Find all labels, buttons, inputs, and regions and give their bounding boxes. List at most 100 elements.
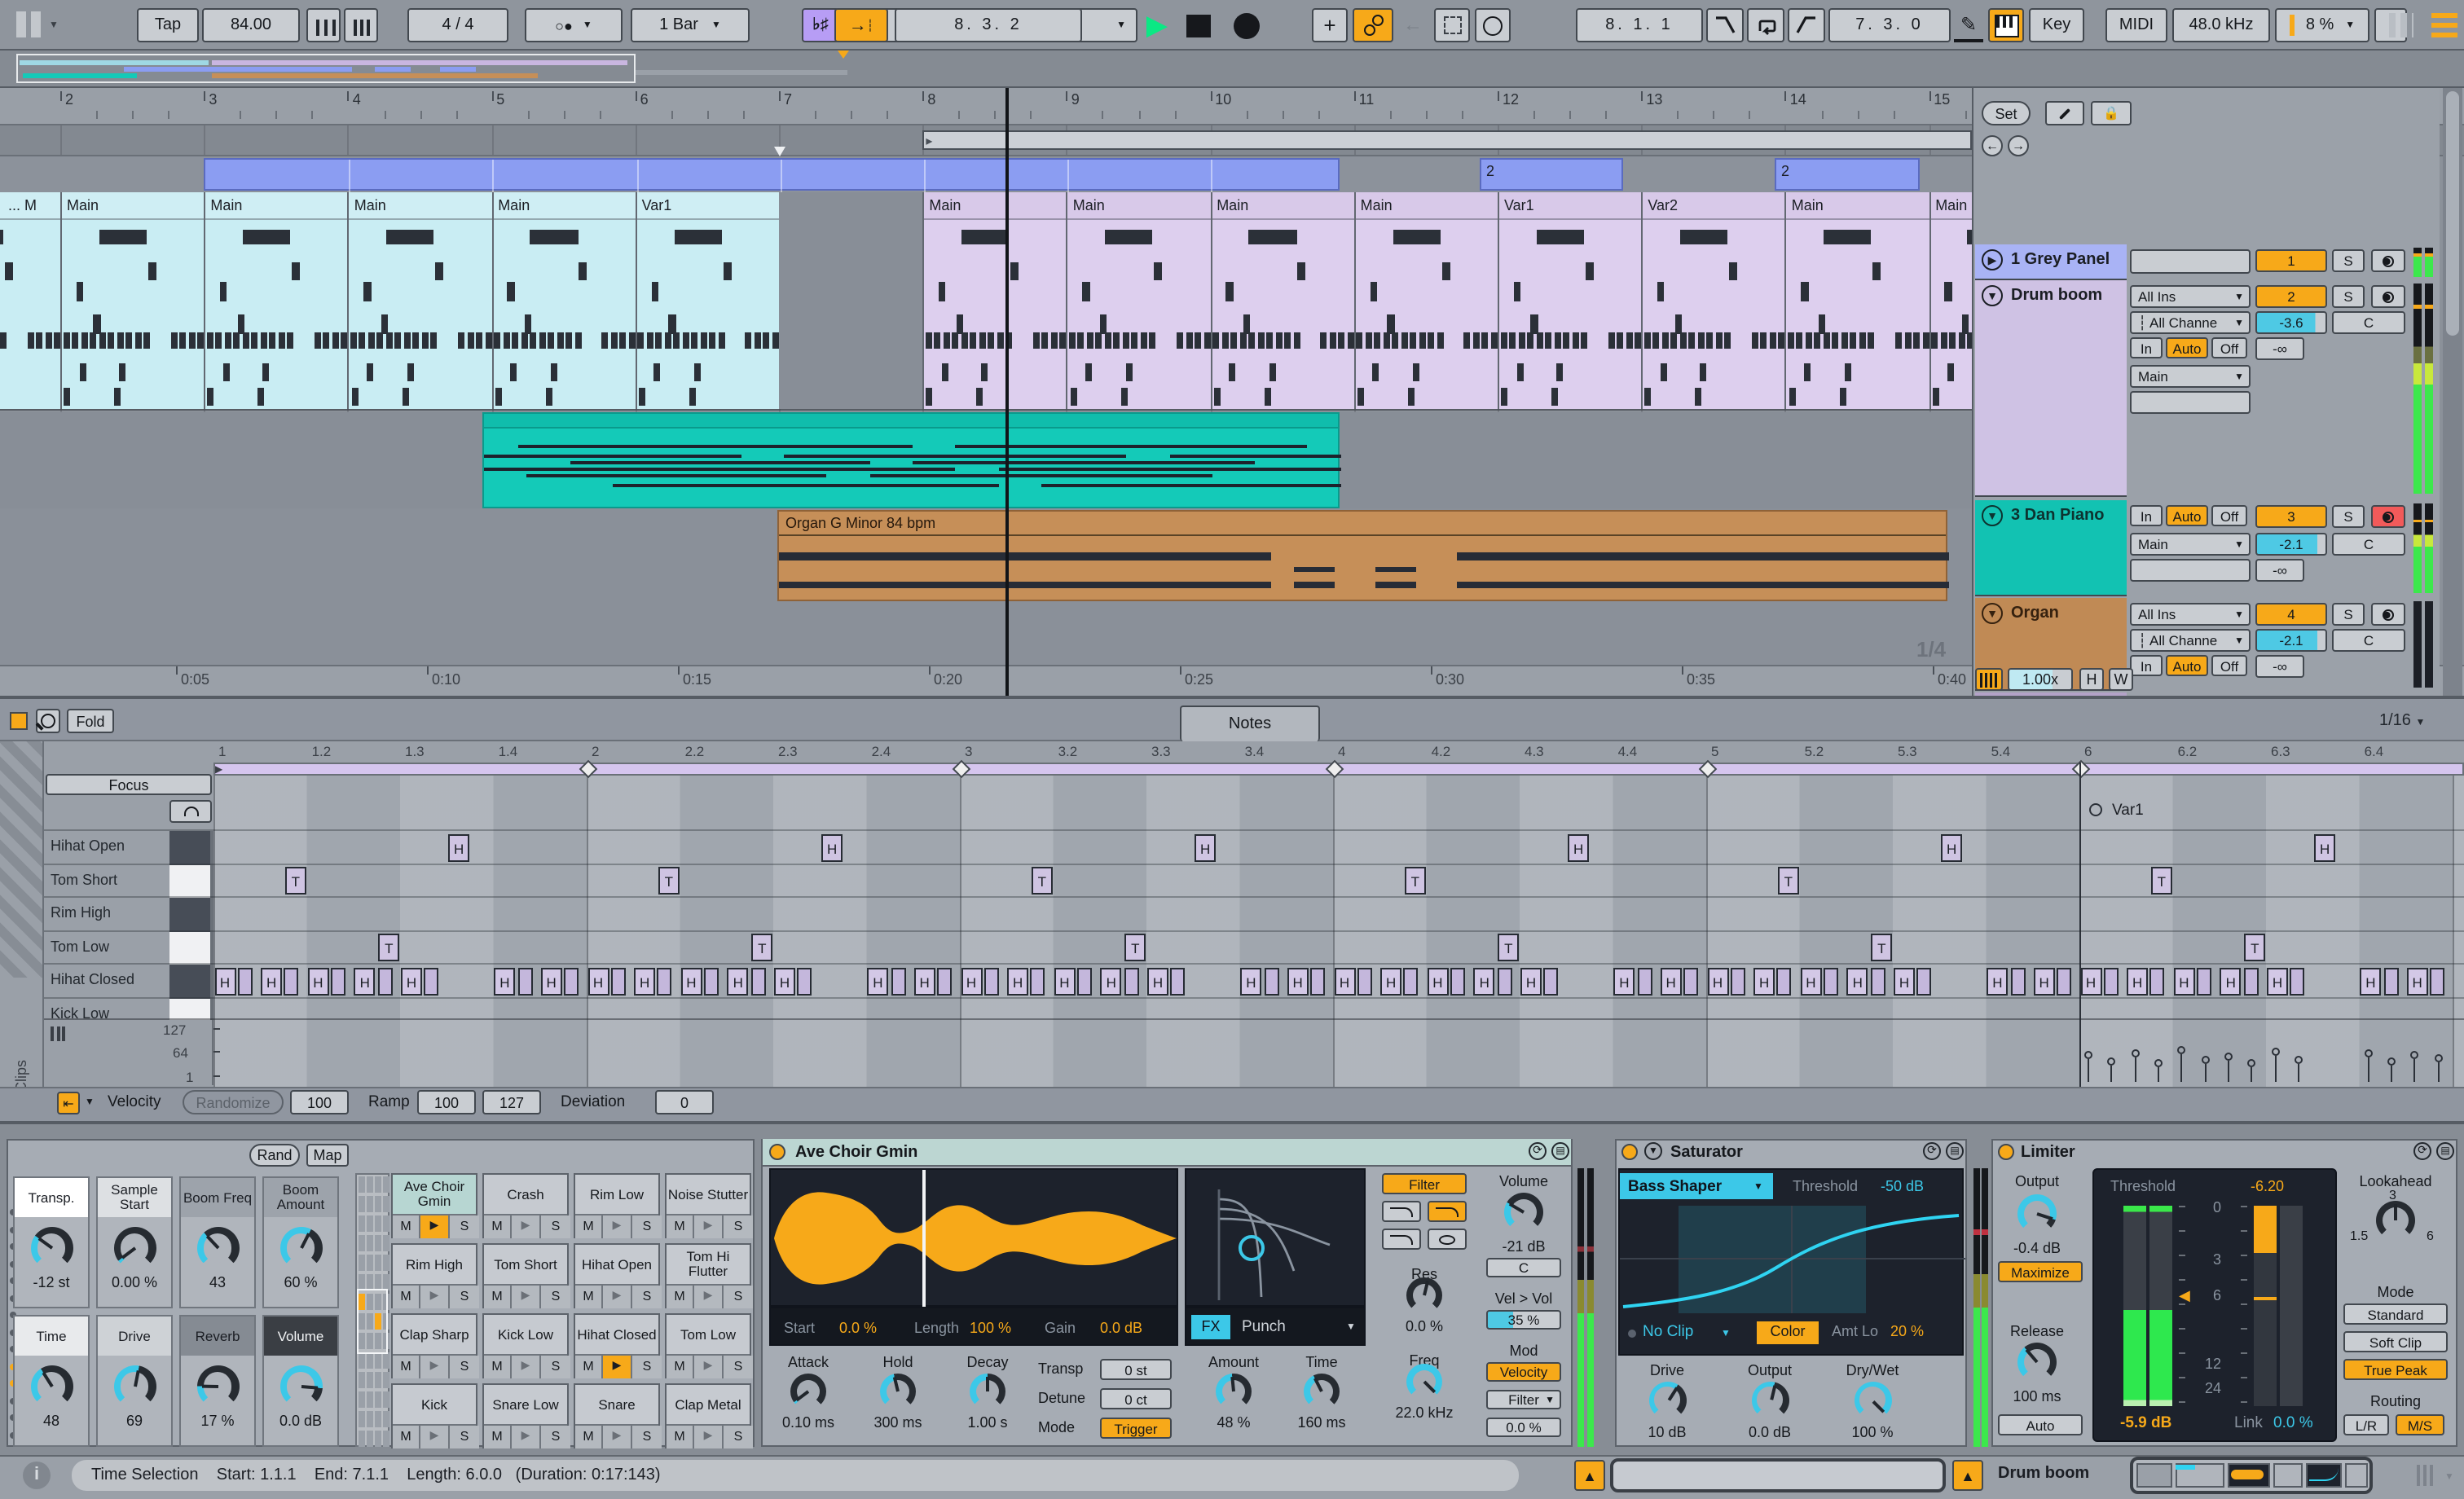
track-fold-icon[interactable]: ▼ — [1982, 505, 2003, 526]
midi-note-cell[interactable] — [1170, 967, 1186, 995]
clip-view-selector[interactable] — [1610, 1458, 1946, 1492]
midi-note-cell[interactable]: H — [214, 967, 235, 995]
pad-play-button[interactable]: ▶ — [694, 1215, 724, 1238]
monitor-auto-button[interactable]: Auto — [2166, 655, 2208, 676]
midi-note-cell[interactable] — [517, 967, 532, 995]
waveform-zoom-button[interactable] — [1975, 668, 2003, 691]
midi-note-cell[interactable] — [983, 967, 999, 995]
info-icon[interactable]: i — [23, 1462, 51, 1489]
rand-button[interactable]: Rand — [249, 1144, 300, 1167]
pad-play-button[interactable]: ▶ — [420, 1356, 450, 1378]
midi-note-cell[interactable] — [1077, 967, 1092, 995]
midi-note-cell[interactable] — [284, 967, 299, 995]
midi-note-cell[interactable]: H — [1007, 967, 1029, 995]
pad-solo-button[interactable]: S — [632, 1356, 662, 1378]
midi-note-cell[interactable] — [704, 967, 719, 995]
pad-solo-button[interactable]: S — [632, 1426, 662, 1448]
midi-note-editor[interactable]: 6 Clips 1 1.2 1.3 1.4 2 2.2 2.3 2.4 3 3.2 3.3 3.4 4 4.… — [0, 741, 2464, 1121]
midi-note-cell[interactable] — [377, 967, 393, 995]
monitor-off-button[interactable]: Off — [2211, 655, 2247, 676]
arm-record-button[interactable] — [2371, 603, 2405, 626]
track-header-1-grey-panel[interactable]: ▶ 1 Grey Panel — [1975, 244, 2127, 280]
tempo-field[interactable]: 84.00 — [202, 8, 300, 42]
midi-note-cell[interactable]: H — [1753, 967, 1775, 995]
midi-note-cell[interactable]: H — [1894, 967, 1915, 995]
input-type-menu[interactable]: All Ins ▼ — [2130, 285, 2251, 308]
solo-button[interactable]: S — [2332, 603, 2365, 626]
pad-solo-button[interactable]: S — [541, 1426, 570, 1448]
midi-note-cell[interactable] — [2290, 967, 2305, 995]
device-chain-overview[interactable] — [2130, 1457, 2373, 1494]
volume-field[interactable]: -2.1 — [2255, 533, 2327, 556]
lock-envelopes-button[interactable]: 🔒 — [2091, 101, 2132, 125]
threshold-arrow-icon[interactable]: ◀ — [2179, 1287, 2190, 1305]
attack-knob[interactable] — [790, 1374, 826, 1409]
ramp-from-field[interactable]: 100 — [417, 1090, 476, 1114]
mod-amount-field[interactable]: 0.0 % — [1486, 1418, 1561, 1437]
filter-morph-button[interactable] — [1428, 1229, 1467, 1250]
midi-note-cell[interactable]: H — [1147, 967, 1168, 995]
arrangement-overview[interactable] — [0, 51, 2464, 88]
midi-note-cell[interactable]: H — [2360, 967, 2382, 995]
midi-note-cell[interactable]: H — [1427, 967, 1449, 995]
filter-type-button[interactable] — [1428, 1201, 1467, 1222]
midi-note-cell[interactable]: H — [1473, 967, 1495, 995]
drum-pad-tom-hi-flutter[interactable]: Tom Hi Flutter M ▶ S — [665, 1243, 753, 1308]
midi-note-cell[interactable] — [331, 967, 346, 995]
fold-button[interactable]: Fold — [67, 709, 114, 733]
midi-note-cell[interactable]: T — [1404, 867, 1426, 895]
macro-knob[interactable] — [113, 1365, 156, 1408]
drum-pad-rim-high[interactable]: Rim High M ▶ S — [391, 1243, 479, 1308]
pad-play-button[interactable]: ▶ — [512, 1356, 541, 1378]
pad-play-button[interactable]: ▶ — [603, 1426, 632, 1448]
metronome-button[interactable]: ○● ▼ — [525, 8, 623, 42]
midi-note-cell[interactable]: H — [1987, 967, 2009, 995]
fx-toggle[interactable]: FX — [1191, 1315, 1230, 1339]
pad-bank-navigator[interactable] — [355, 1173, 389, 1447]
transpose-field[interactable]: 0 st — [1100, 1359, 1172, 1380]
pad-solo-button[interactable]: S — [632, 1286, 662, 1308]
midi-note-cell[interactable] — [1637, 967, 1652, 995]
pad-solo-button[interactable]: S — [724, 1426, 753, 1448]
midi-note-cell[interactable]: H — [2033, 967, 2055, 995]
midi-note-cell[interactable]: H — [307, 967, 329, 995]
midi-note-cell[interactable]: H — [727, 967, 749, 995]
zoom-to-clip-button[interactable] — [36, 709, 60, 733]
midi-note-cell[interactable]: H — [1707, 967, 1728, 995]
show-clip-view-button[interactable]: ▲ — [1574, 1460, 1605, 1491]
send-a-field[interactable]: -∞ — [2255, 559, 2304, 582]
session-record-button[interactable] — [1475, 8, 1511, 42]
param-value[interactable]: 100 % — [970, 1320, 1011, 1336]
midi-note-cell[interactable]: H — [1054, 967, 1076, 995]
vel-vol-field[interactable]: 35 % — [1486, 1310, 1561, 1330]
set-button[interactable]: Set — [1982, 101, 2031, 125]
monitor-auto-button[interactable]: Auto — [2166, 505, 2208, 526]
midi-note-cell[interactable] — [2149, 967, 2165, 995]
loop-button[interactable] — [1747, 8, 1784, 42]
arrangement-clip-drum[interactable]: Var1 — [635, 192, 779, 409]
midi-note-cell[interactable] — [1543, 967, 1559, 995]
velocity-marker[interactable] — [2201, 1055, 2209, 1064]
pad-solo-button[interactable]: S — [724, 1356, 753, 1378]
midi-note-cell[interactable]: H — [821, 833, 843, 861]
midi-note-cell[interactable]: T — [751, 934, 773, 961]
output-meter-icon[interactable] — [2417, 1465, 2440, 1486]
midi-note-cell[interactable] — [1683, 967, 1699, 995]
arrangement-position-field[interactable]: 8. 3. 2 — [895, 8, 1082, 42]
arrangement-loop-brace[interactable]: ▸ — [922, 130, 1972, 150]
loop-length-field[interactable]: 7. 3. 0 — [1828, 8, 1951, 42]
pad-play-button[interactable]: ▶ — [603, 1215, 632, 1238]
arrangement-clip-drum[interactable]: ... M — [0, 192, 60, 409]
midi-note-cell[interactable] — [1824, 967, 1838, 995]
track-number-button[interactable]: 3 — [2255, 505, 2327, 528]
save-preset-icon[interactable]: ▤ — [1946, 1142, 1964, 1160]
ramp-to-field[interactable]: 127 — [482, 1090, 541, 1114]
pad-solo-button[interactable]: S — [632, 1215, 662, 1238]
drum-pad-hihat-open[interactable]: Hihat Open M ▶ S — [574, 1243, 662, 1308]
key-map-button[interactable]: Key — [2029, 8, 2084, 42]
pad-play-button[interactable]: ▶ — [694, 1286, 724, 1308]
midi-note-cell[interactable]: T — [1777, 867, 1799, 895]
volume-field[interactable]: -2.1 — [2255, 629, 2327, 652]
pad-mute-button[interactable]: M — [484, 1215, 512, 1238]
midi-note-cell[interactable]: H — [913, 967, 935, 995]
